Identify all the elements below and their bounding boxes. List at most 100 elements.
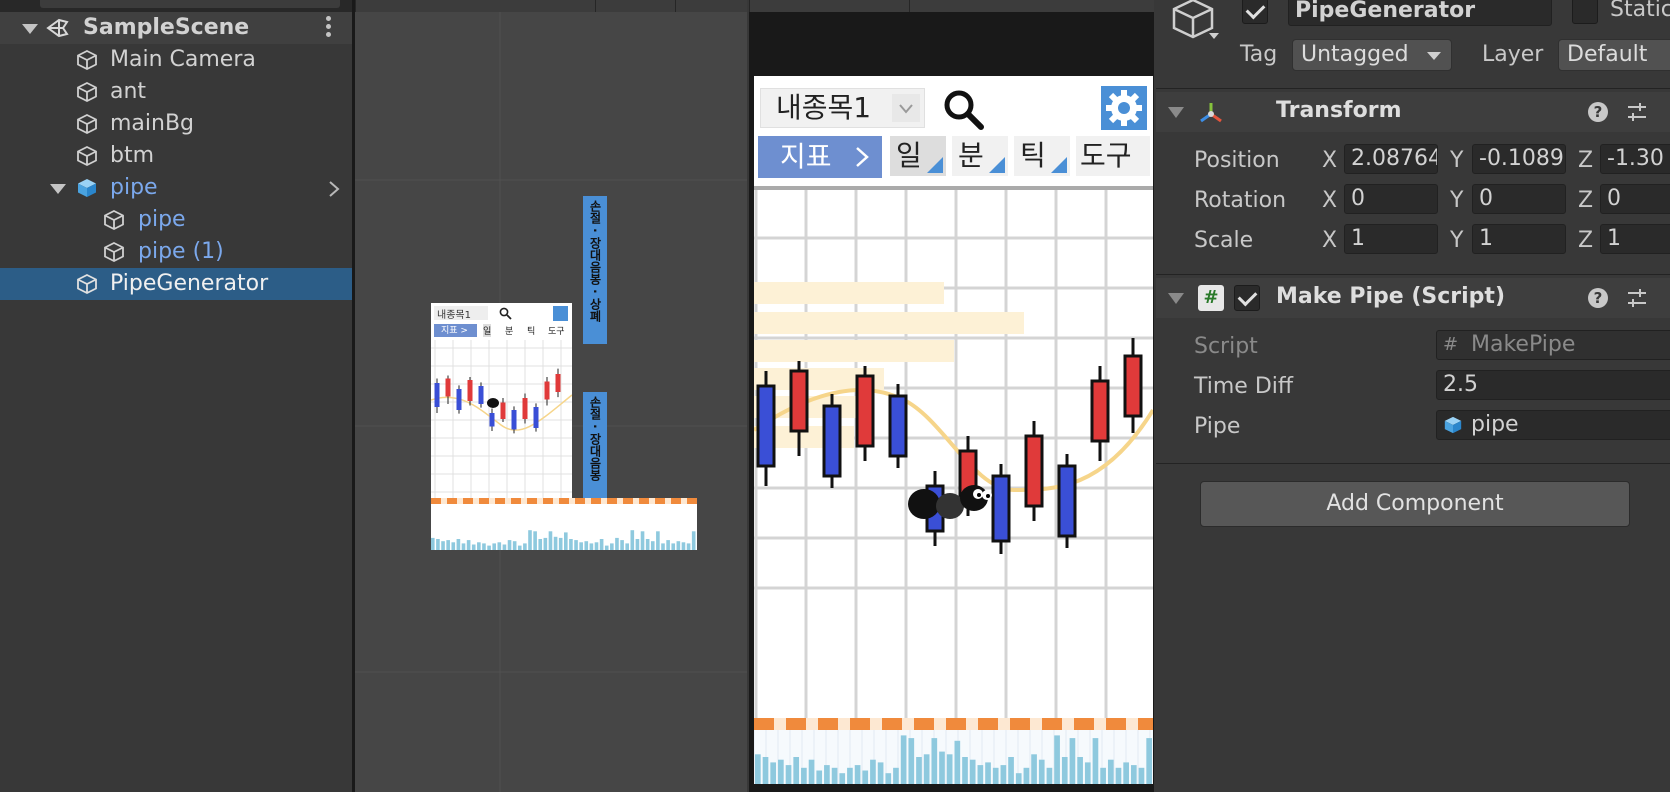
object-name-field[interactable]: PipeGenerator — [1288, 0, 1552, 26]
rotation-z-field[interactable]: 0 — [1600, 184, 1670, 214]
foldout-arrow-icon[interactable] — [1168, 293, 1184, 304]
mini-candle-body — [478, 386, 484, 404]
axis-x-label[interactable]: X — [1322, 148, 1337, 173]
scale-y-field[interactable]: 1 — [1472, 224, 1566, 254]
gameobject-cube-icon — [77, 145, 97, 167]
volume-bar — [916, 757, 922, 784]
volume-bar — [1084, 762, 1091, 784]
hierarchy-panel: SampleScene Main Camera ant mainBg btm p… — [0, 0, 352, 792]
chevron-right-icon[interactable] — [328, 180, 340, 198]
scale-x-field[interactable]: 1 — [1344, 224, 1438, 254]
position-x-field[interactable]: 2.08764 — [1344, 144, 1438, 174]
mini-volume-bar — [574, 540, 578, 550]
candle-body — [991, 474, 1011, 543]
mini-volume-bar — [625, 543, 629, 550]
hierarchy-item-btm[interactable]: btm — [0, 140, 352, 172]
scene-view[interactable]: 내종목1 지표 > 일 분 틱 도구 손절 · 장대음봉 · 상폐 손절 · 장… — [355, 0, 747, 792]
indicator-button[interactable]: 지표 — [758, 136, 882, 178]
hierarchy-item-pipegenerator[interactable]: PipeGenerator — [0, 268, 352, 300]
tab-day[interactable]: 일 — [890, 136, 946, 176]
axis-y-label[interactable]: Y — [1450, 228, 1463, 253]
layer-dropdown[interactable]: Default — [1558, 39, 1670, 71]
tab-tick[interactable]: 틱 — [1014, 136, 1070, 176]
tab-corner-icon — [973, 157, 1005, 173]
volume-bar — [1092, 738, 1099, 784]
presets-sliders-icon[interactable] — [1626, 287, 1648, 309]
mini-volume-bar — [661, 543, 665, 550]
mini-stock-name: 내종목1 — [437, 310, 471, 321]
axis-z-label[interactable]: Z — [1578, 188, 1593, 213]
hierarchy-item-pipe-child[interactable]: pipe — [0, 204, 352, 236]
hierarchy-search-strip[interactable] — [0, 0, 352, 12]
tab-minute[interactable]: 분 — [952, 136, 1008, 176]
axis-x-label[interactable]: X — [1322, 188, 1337, 213]
tab-tools[interactable]: 도구 — [1076, 136, 1150, 176]
stock-dropdown-icon[interactable] — [892, 94, 920, 122]
mini-volume-bar — [441, 541, 445, 550]
display-dropdown[interactable] — [749, 0, 909, 12]
barrier-stripe — [1138, 718, 1153, 730]
fold-arrow-icon[interactable] — [22, 24, 38, 34]
game-screen[interactable]: 내종목1 지표 일 분 틱 도구 — [754, 76, 1153, 784]
volume-bar — [801, 767, 807, 784]
add-component-button[interactable]: Add Component — [1200, 481, 1630, 527]
search-icon[interactable] — [940, 86, 986, 132]
active-checkbox[interactable] — [1242, 0, 1268, 24]
2d-toggle[interactable] — [595, 0, 655, 12]
scale-z-field[interactable]: 1 — [1600, 224, 1670, 254]
volume-bar — [1115, 767, 1122, 784]
help-icon[interactable]: ? — [1588, 288, 1608, 308]
mini-volume-bar — [431, 537, 435, 550]
hierarchy-item-main-camera[interactable]: Main Camera — [0, 44, 352, 76]
hierarchy-item-ant[interactable]: ant — [0, 76, 352, 108]
tag-dropdown[interactable]: Untagged — [1292, 39, 1452, 71]
volume-bar — [854, 765, 861, 784]
hierarchy-item-pipe-1[interactable]: pipe (1) — [0, 236, 352, 268]
makepipe-header[interactable]: # Make Pipe (Script) ? — [1156, 278, 1670, 318]
rotation-y-field[interactable]: 0 — [1472, 184, 1566, 214]
aspect-dropdown[interactable] — [909, 0, 1154, 12]
transform-header[interactable]: Transform ? — [1156, 92, 1670, 132]
axis-z-label[interactable]: Z — [1578, 228, 1593, 253]
volume-bar — [877, 762, 884, 784]
axis-x-label[interactable]: X — [1322, 228, 1337, 253]
mini-volume-bar — [620, 540, 624, 550]
icon-picker-arrow-icon[interactable] — [1208, 32, 1220, 41]
axis-y-label[interactable]: Y — [1450, 188, 1463, 213]
ant-body — [908, 489, 940, 519]
volume-bar — [1107, 759, 1114, 784]
presets-sliders-icon[interactable] — [1626, 101, 1648, 123]
axis-z-label[interactable]: Z — [1578, 148, 1593, 173]
prefab-cube-icon — [1444, 416, 1462, 434]
mini-volume-bar — [604, 545, 609, 550]
hierarchy-item-mainbg[interactable]: mainBg — [0, 108, 352, 140]
script-label: Script — [1194, 334, 1258, 359]
draw-mode-dropdown[interactable] — [355, 0, 595, 12]
layer-label: Layer — [1482, 42, 1544, 67]
axis-y-label[interactable]: Y — [1450, 148, 1463, 173]
rotation-x-field[interactable]: 0 — [1344, 184, 1438, 214]
volume-bar — [900, 735, 907, 784]
mini-volume-bar — [630, 530, 635, 550]
static-checkbox[interactable] — [1572, 0, 1598, 24]
component-enabled-checkbox[interactable] — [1234, 285, 1260, 311]
settings-gear-icon[interactable] — [1101, 86, 1147, 130]
mini-volume-bar — [461, 543, 466, 550]
mini-volume-bar — [569, 539, 573, 550]
fold-arrow-icon[interactable] — [50, 184, 66, 194]
foldout-arrow-icon[interactable] — [1168, 107, 1184, 118]
mini-volume-bar — [517, 545, 522, 550]
tag-label: Tag — [1240, 42, 1278, 67]
position-z-field[interactable]: -1.30 — [1600, 144, 1670, 174]
gameobject-cube-icon — [104, 209, 124, 231]
scene-row[interactable]: SampleScene — [0, 12, 352, 44]
time-diff-field[interactable]: 2.5 — [1436, 370, 1670, 400]
scene-pipe-bottom: 손절 · 장대음봉 — [583, 392, 607, 498]
help-icon[interactable]: ? — [1588, 102, 1608, 122]
hierarchy-item-pipe-prefab[interactable]: pipe — [0, 172, 352, 204]
position-y-field[interactable]: -0.1089 — [1472, 144, 1566, 174]
lighting-toggle[interactable] — [675, 0, 725, 12]
mini-volume-bar — [533, 531, 537, 550]
pipe-object-field[interactable]: pipe — [1436, 410, 1670, 440]
kebab-menu-icon[interactable] — [326, 16, 332, 40]
